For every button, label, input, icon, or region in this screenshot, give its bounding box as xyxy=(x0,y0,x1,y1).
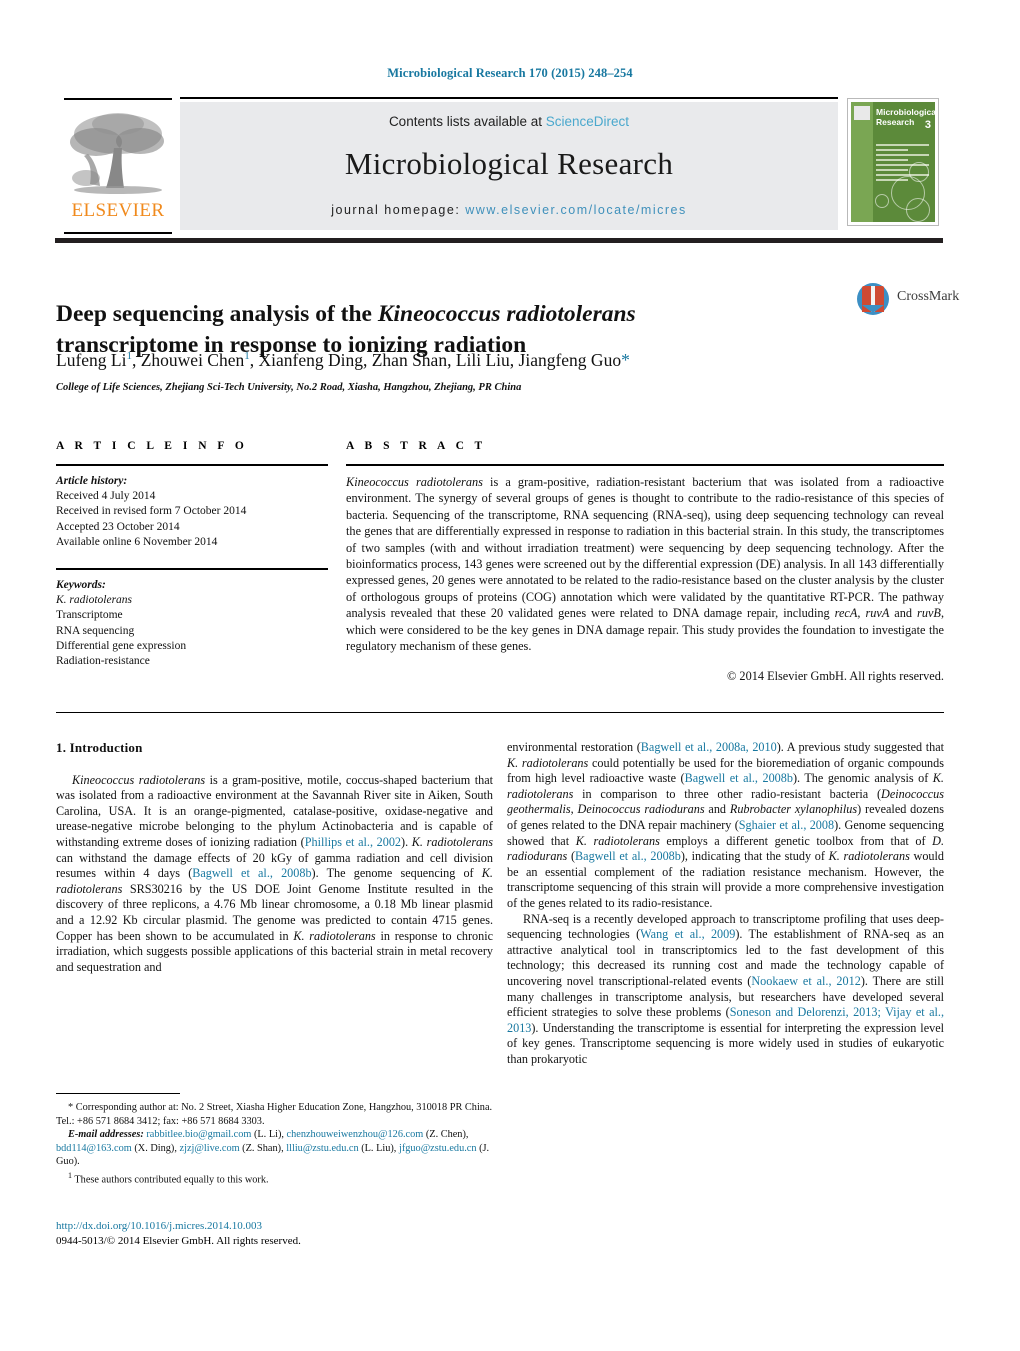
masthead-top-rule xyxy=(180,97,838,99)
keyword-item: Transcriptome xyxy=(56,609,123,622)
crossmark-label: CrossMark xyxy=(897,289,960,304)
history-item: Accepted 23 October 2014 xyxy=(56,520,180,533)
paper-page: Microbiological Research 170 (2015) 248–… xyxy=(0,0,1020,1351)
article-info-column: A R T I C L E I N F O Article history: R… xyxy=(56,440,328,669)
abstract-section-end-rule xyxy=(56,712,944,713)
abstract-rule xyxy=(346,464,944,466)
issn-copyright-line: 0944-5013/© 2014 Elsevier GmbH. All righ… xyxy=(56,1235,301,1247)
article-history-block: Article history: Received 4 July 2014 Re… xyxy=(56,474,328,550)
keyword-item: Differential gene expression xyxy=(56,639,187,652)
journal-cover-thumbnail: Microbiological Research 3 xyxy=(847,98,939,226)
keyword-item: K. radiotolerans xyxy=(56,594,133,607)
article-history-label: Article history: xyxy=(56,475,128,487)
history-item: Available online 6 November 2014 xyxy=(56,535,218,548)
journal-masthead: Contents lists available at ScienceDirec… xyxy=(180,102,838,230)
contents-line: Contents lists available at ScienceDirec… xyxy=(180,114,838,129)
title-species-italic: Kineococcus radiotolerans xyxy=(377,300,636,327)
keyword-item: RNA sequencing xyxy=(56,624,135,637)
email-addresses-note[interactable]: E-mail addresses: rabbitlee.bio@gmail.co… xyxy=(56,1128,493,1169)
running-head: Microbiological Research 170 (2015) 248–… xyxy=(387,66,633,80)
footnotes-block: * Corresponding author at: No. 2 Street,… xyxy=(56,1093,493,1187)
abstract-column: A B S T R A C T Kineococcus radiotoleran… xyxy=(346,440,944,685)
title-part-1: Deep sequencing analysis of the xyxy=(56,300,378,327)
crossmark-icon xyxy=(857,283,889,315)
contents-prefix: Contents lists available at xyxy=(388,114,546,129)
footnote-rule xyxy=(56,1093,180,1094)
body-column-left: 1. Introduction Kineococcus radiotoleran… xyxy=(56,740,493,975)
keywords-rule xyxy=(56,568,328,571)
cover-title: Microbiological Research xyxy=(876,107,935,127)
crossmark-badge[interactable]: CrossMark xyxy=(857,283,961,317)
article-info-heading: A R T I C L E I N F O xyxy=(56,440,248,452)
corresponding-author-note: * Corresponding author at: No. 2 Street,… xyxy=(56,1102,493,1127)
elsevier-wordmark: ELSEVIER xyxy=(71,200,165,221)
sciencedirect-link[interactable]: ScienceDirect xyxy=(546,114,629,129)
journal-homepage-line: journal homepage: www.elsevier.com/locat… xyxy=(180,203,838,217)
logo-rule-bottom xyxy=(64,232,172,234)
author-affiliation: College of Life Sciences, Zhejiang Sci-T… xyxy=(56,382,522,393)
doi-block: http://dx.doi.org/10.1016/j.micres.2014.… xyxy=(56,1219,556,1249)
history-item: Received in revised form 7 October 2014 xyxy=(56,505,247,518)
equal-contribution-note: 1 These authors contributed equally to t… xyxy=(68,1170,269,1186)
elsevier-logo: ELSEVIER xyxy=(58,98,180,234)
article-info-rule xyxy=(56,464,328,466)
abstract-copyright: © 2014 Elsevier GmbH. All rights reserve… xyxy=(727,669,944,684)
doi-link[interactable]: http://dx.doi.org/10.1016/j.micres.2014.… xyxy=(56,1219,556,1234)
elsevier-tree-icon xyxy=(66,108,170,200)
section-heading-introduction: 1. Introduction xyxy=(56,740,143,755)
abstract-text: Kineococcus radiotolerans is a gram-posi… xyxy=(346,475,945,654)
masthead-bottom-rule xyxy=(55,238,943,243)
abstract-heading: A B S T R A C T xyxy=(346,440,487,452)
keywords-block: Keywords: K. radiotolerans Transcriptome… xyxy=(56,578,328,669)
intro-paragraph-left: Kineococcus radiotolerans is a gram-posi… xyxy=(56,772,493,974)
cover-society-logo-icon xyxy=(854,106,870,120)
logo-rule-top xyxy=(64,98,172,100)
journal-title: Microbiological Research xyxy=(344,146,674,181)
keyword-item: Radiation-resistance xyxy=(56,655,150,668)
intro-paragraph-right-2: RNA-seq is a recently developed approach… xyxy=(507,911,945,1066)
intro-paragraph-right-1: environmental restoration (Bagwell et al… xyxy=(507,740,945,910)
homepage-label: journal homepage: xyxy=(331,203,466,217)
cover-issue-number: 3 xyxy=(924,119,931,131)
author-list: Lufeng Li1, Zhouwei Chen1, Xianfeng Ding… xyxy=(56,350,630,370)
body-column-right: environmental restoration (Bagwell et al… xyxy=(507,740,944,1067)
history-item: Received 4 July 2014 xyxy=(56,490,156,503)
keywords-label: Keywords: xyxy=(56,579,106,592)
homepage-url-link[interactable]: www.elsevier.com/locate/micres xyxy=(465,203,686,217)
